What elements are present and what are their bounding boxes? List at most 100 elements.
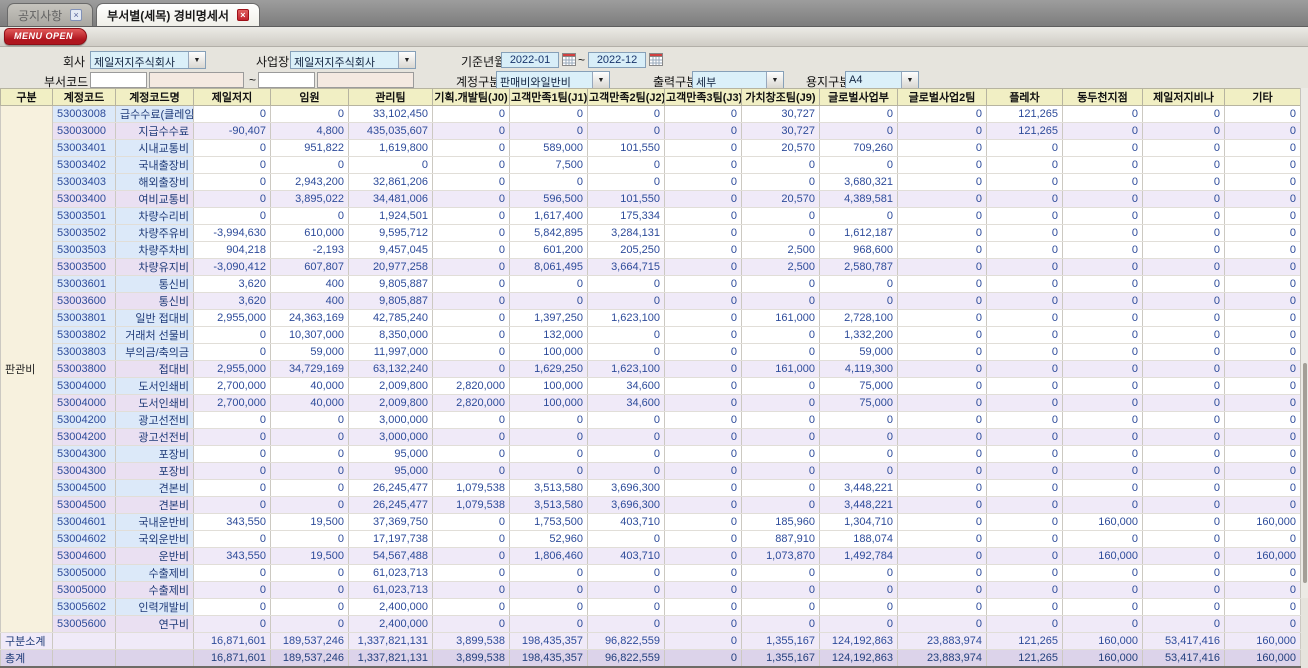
- column-header[interactable]: 제일저지: [193, 88, 271, 106]
- column-header[interactable]: 구분: [0, 88, 53, 106]
- workplace-select[interactable]: 제일저지주식회사 ▼: [290, 51, 416, 69]
- table-row[interactable]: 53005602 인력개발비 0 0 2,400,000 0 0 0 0 0 0 0 0 0 0 0: [1, 598, 1301, 616]
- table-row[interactable]: 53003801 일반 접대비 2,955,000 24,363,169 42,785,…: [1, 309, 1301, 327]
- num-cell: 0: [986, 360, 1063, 378]
- num-cell: 0: [897, 360, 987, 378]
- column-header[interactable]: 임원: [270, 88, 349, 106]
- table-row[interactable]: 53005000 수출제비 0 0 61,023,713 0 0 0 0 0 0 0 0 0 0 0: [1, 581, 1301, 599]
- num-cell: 0: [270, 428, 349, 446]
- table-row[interactable]: 53004500 견본비 0 0 26,245,477 1,079,538 3,513,58…: [1, 496, 1301, 514]
- table-row[interactable]: 53003600 통신비 3,620 400 9,805,887 0 0 0 0 0 0 0 0 0 0 0: [1, 292, 1301, 310]
- num-cell: 0: [509, 615, 588, 633]
- base-month-from-input[interactable]: 2022-01: [501, 52, 559, 68]
- subtotal-row[interactable]: 구분소계 16,871,601 189,537,246 1,337,821,131 3,…: [0, 632, 1301, 650]
- column-header[interactable]: 고객만족1팀(J1): [509, 88, 588, 106]
- table-row[interactable]: 53004500 견본비 0 0 26,245,477 1,079,538 3,513,58…: [1, 479, 1301, 497]
- table-row[interactable]: 53004200 광고선전비 0 0 3,000,000 0 0 0 0 0 0 0 0 0 0 0: [1, 428, 1301, 446]
- num-cell: 0: [664, 547, 742, 565]
- output-type-select[interactable]: 세부 ▼: [692, 71, 784, 89]
- dept-code-to-input[interactable]: [258, 72, 315, 88]
- code-cell: 53003000: [52, 122, 116, 140]
- dept-code-to-name-input[interactable]: [317, 72, 414, 88]
- calendar-icon[interactable]: [562, 52, 576, 67]
- num-cell: 0: [741, 394, 820, 412]
- table-row[interactable]: 53005600 연구비 0 0 2,400,000 0 0 0 0 0 0 0 0 0 0 0: [1, 615, 1301, 633]
- num-cell: 0: [664, 360, 742, 378]
- num-cell: 160,000: [1224, 513, 1301, 531]
- num-cell: 0: [1062, 139, 1143, 157]
- num-cell: 0: [1142, 207, 1225, 225]
- table-row[interactable]: 53004602 국외운반비 0 0 17,197,738 0 52,960 0 0 887,91…: [1, 530, 1301, 548]
- column-header[interactable]: 계정코드: [52, 88, 116, 106]
- num-cell: 4,800: [270, 122, 349, 140]
- num-cell: 0: [1062, 615, 1143, 633]
- table-row[interactable]: 53004000 도서인쇄비 2,700,000 40,000 2,009,800 2,8…: [1, 377, 1301, 395]
- num-cell: 0: [664, 445, 742, 463]
- table-row[interactable]: 53003402 국내출장비 0 0 0 0 7,500 0 0 0 0 0 0 0 0 0: [1, 156, 1301, 174]
- num-cell: 0: [986, 479, 1063, 497]
- column-header[interactable]: 제일저지비나: [1142, 88, 1225, 106]
- menu-open-button[interactable]: MENU OPEN: [4, 28, 88, 45]
- scrollbar-thumb[interactable]: [1303, 363, 1307, 583]
- column-header[interactable]: 글로벌사업2팀: [897, 88, 987, 106]
- table-row[interactable]: 53003000 지급수수료 -90,407 4,800 435,035,607 0 0 0 0…: [1, 122, 1301, 140]
- table-row[interactable]: 53003500 차량유지비 -3,090,412 607,807 20,977,258…: [1, 258, 1301, 276]
- num-cell: 160,000: [1062, 513, 1143, 531]
- num-cell: 0: [1142, 496, 1225, 514]
- num-cell: 61,023,713: [348, 581, 433, 599]
- paper-type-select[interactable]: A4 ▼: [845, 71, 919, 89]
- num-cell: 0: [1062, 173, 1143, 191]
- table-row[interactable]: 53003501 차량수리비 0 0 1,924,501 0 1,617,400 175,33…: [1, 207, 1301, 225]
- num-cell: 53,417,416: [1142, 649, 1225, 668]
- num-cell: 33,102,450: [348, 105, 433, 123]
- calendar-icon[interactable]: [649, 52, 663, 67]
- total-row[interactable]: 총계 16,871,601 189,537,246 1,337,821,131 3,89…: [0, 649, 1301, 668]
- column-header[interactable]: 글로벌사업부: [819, 88, 898, 106]
- num-cell: 2,500: [741, 258, 820, 276]
- table-row[interactable]: 53004300 포장비 0 0 95,000 0 0 0 0 0 0 0 0 0 0 0: [1, 445, 1301, 463]
- vertical-scrollbar[interactable]: [1300, 88, 1308, 598]
- column-header[interactable]: 플레차: [986, 88, 1063, 106]
- column-header[interactable]: 기획.개발팀(J0): [432, 88, 510, 106]
- num-cell: 0: [986, 581, 1063, 599]
- table-row[interactable]: 53003502 차량주유비 -3,994,630 610,000 9,595,712 0…: [1, 224, 1301, 242]
- table-row[interactable]: 53004601 국내운반비 343,550 19,500 37,369,750 0 1,7…: [1, 513, 1301, 531]
- dept-code-from-input[interactable]: [90, 72, 147, 88]
- table-row[interactable]: 53003800 접대비 2,955,000 34,729,169 63,132,240…: [1, 360, 1301, 378]
- table-row[interactable]: 53004300 포장비 0 0 95,000 0 0 0 0 0 0 0 0 0 0 0: [1, 462, 1301, 480]
- chevron-down-icon: ▼: [592, 72, 609, 88]
- close-icon[interactable]: ×: [236, 9, 249, 21]
- num-cell: 0: [1062, 445, 1143, 463]
- table-row[interactable]: 53005000 수출제비 0 0 61,023,713 0 0 0 0 0 0 0 0 0 0 0: [1, 564, 1301, 582]
- table-row[interactable]: 53003401 시내교통비 0 951,822 1,619,800 0 589,000 10…: [1, 139, 1301, 157]
- num-cell: 100,000: [509, 394, 588, 412]
- table-row[interactable]: 53003503 차량주차비 904,218 -2,193 9,457,045 0 601,…: [1, 241, 1301, 259]
- column-header[interactable]: 동두천지점: [1062, 88, 1143, 106]
- tab-expense-report[interactable]: 부서별(세목) 경비명세서 ×: [96, 3, 260, 26]
- table-row[interactable]: 53004600 운반비 343,550 19,500 54,567,488 0 1,806…: [1, 547, 1301, 565]
- table-row[interactable]: 53004000 도서인쇄비 2,700,000 40,000 2,009,800 2,8…: [1, 394, 1301, 412]
- table-row[interactable]: 53003803 부의금/축의금 0 59,000 11,997,000 0 100,000…: [1, 343, 1301, 361]
- column-header[interactable]: 고객만족3팀(J3): [664, 88, 742, 106]
- company-select[interactable]: 제일저지주식회사 ▼: [90, 51, 206, 69]
- num-cell: 0: [587, 173, 665, 191]
- table-row[interactable]: 53003400 여비교통비 0 3,895,022 34,481,006 0 596,50…: [1, 190, 1301, 208]
- table-row[interactable]: 판관비 53003008 급수수료(클레임) 0 0 33,102,450 0 0 0 0 30,7…: [0, 105, 1301, 633]
- table-row[interactable]: 53004200 광고선전비 0 0 3,000,000 0 0 0 0 0 0 0 0 0 0 0: [1, 411, 1301, 429]
- num-cell: 0: [1224, 139, 1301, 157]
- table-row[interactable]: 53003802 거래처 선물비 0 10,307,000 8,350,000 0 132,…: [1, 326, 1301, 344]
- column-header[interactable]: 계정코드명: [115, 88, 194, 106]
- column-header[interactable]: 고객만족2팀(J2): [587, 88, 665, 106]
- code-empty-cell: [52, 632, 116, 650]
- dept-code-from-name-input[interactable]: [149, 72, 244, 88]
- base-month-to-input[interactable]: 2022-12: [588, 52, 646, 68]
- account-type-select[interactable]: 판매비와일반비 ▼: [496, 71, 610, 89]
- table-row[interactable]: 53003403 해외출장비 0 2,943,200 32,861,206 0 0 0 0 0 3,…: [1, 173, 1301, 191]
- table-row[interactable]: 53003601 통신비 3,620 400 9,805,887 0 0 0 0 0 0 0 0 0 0 0: [1, 275, 1301, 293]
- tab-notice[interactable]: 공지사항 ×: [7, 3, 94, 26]
- column-header[interactable]: 관리팀: [348, 88, 433, 106]
- code-cell: 53003400: [52, 190, 116, 208]
- close-icon[interactable]: ×: [70, 9, 83, 21]
- column-header[interactable]: 가치창조팀(J9): [741, 88, 820, 106]
- column-header[interactable]: 기타: [1224, 88, 1301, 106]
